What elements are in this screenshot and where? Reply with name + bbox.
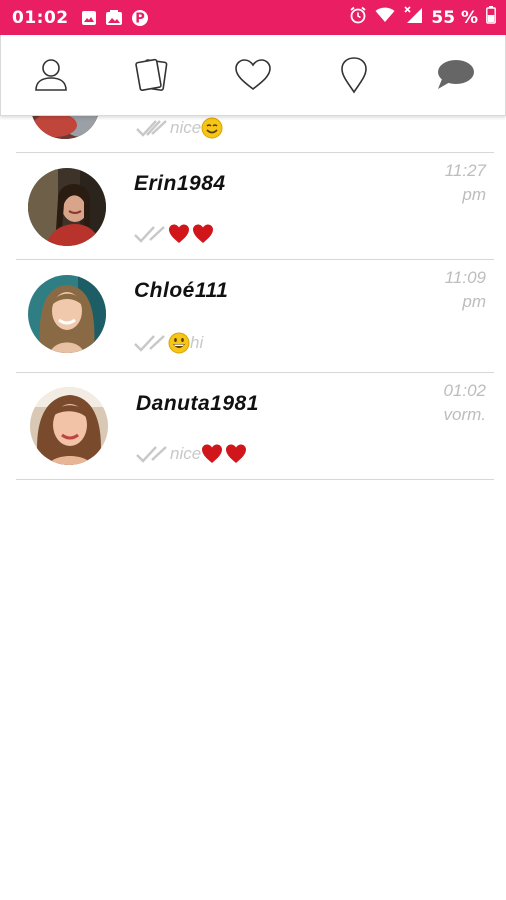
message-preview: hi [134,332,203,354]
double-check-icon [134,335,165,352]
photo-notification-icon [105,9,123,26]
smile-emoji-icon [201,117,223,139]
nav-likes-button[interactable] [223,45,283,105]
grin-emoji-icon [168,332,190,354]
two-hearts-emoji-icon [169,224,213,243]
nav-location-button[interactable] [324,45,384,105]
battery-percentage: 55 % [431,7,478,28]
avatar [28,275,106,353]
double-check-icon [136,120,167,137]
alarm-icon [349,6,367,29]
conversation-row[interactable]: Chloé111 11:09 pm hi [16,260,494,372]
message-time: 11:09 pm [444,268,486,311]
status-bar: 01:02 P 55 % [0,0,506,35]
profile-icon [35,59,68,91]
contact-name: Danuta1981 [136,392,259,415]
divider [16,479,494,480]
nav-chat-button[interactable] [425,45,485,105]
two-hearts-emoji-icon [202,444,247,463]
message-time: 11:27 pm [444,161,486,204]
nav-profile-button[interactable] [21,45,81,105]
contact-name: Erin1984 [134,172,226,195]
status-time: 01:02 [12,7,69,28]
avatar [28,168,106,246]
message-time: 01:02 vorm. [443,381,486,424]
conversation-row-partial[interactable]: nice [0,75,506,153]
wifi-icon [375,7,395,28]
message-preview: nice [136,115,223,141]
svg-text:P: P [135,11,145,26]
gallery-notification-icon [81,10,97,26]
top-nav-bar [0,35,506,116]
message-preview [134,223,216,245]
heart-icon [235,59,271,91]
battery-icon [486,6,496,29]
message-preview: nice [136,443,249,465]
conversation-row[interactable]: Danuta1981 01:02 vorm. nice [16,373,494,479]
conversation-row[interactable]: Erin1984 11:27 pm [16,153,494,259]
avatar [30,387,108,465]
contact-name: Chloé111 [134,279,229,302]
double-check-icon [136,446,167,463]
signal-icon [403,6,423,29]
chat-bubble-icon [437,60,474,89]
cards-icon [135,58,168,92]
location-pin-icon [340,57,367,94]
p-app-notification-icon: P [131,9,149,27]
double-check-icon [134,226,165,243]
nav-cards-button[interactable] [122,45,182,105]
